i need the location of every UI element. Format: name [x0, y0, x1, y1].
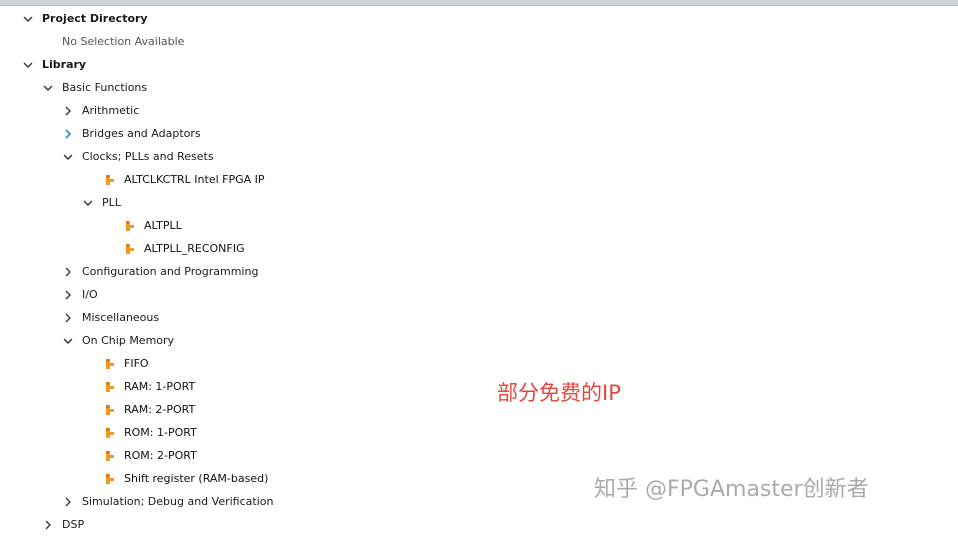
- tree-node-ram-2-port[interactable]: RAM: 2-PORT: [104, 398, 195, 421]
- tree-label: ALTPLL_RECONFIG: [144, 242, 245, 255]
- tree-label: ALTPLL: [144, 219, 182, 232]
- tree-node-rom-2-port[interactable]: ROM: 2-PORT: [104, 444, 197, 467]
- tree-node-library[interactable]: Library: [22, 53, 86, 76]
- chevron-right-icon[interactable]: [62, 105, 74, 117]
- tree-label: FIFO: [124, 357, 149, 370]
- tree-label: Arithmetic: [82, 104, 140, 117]
- tree-node-pll[interactable]: PLL: [82, 191, 121, 214]
- tree-node-no-selection: No Selection Available: [62, 30, 184, 53]
- chevron-down-icon[interactable]: [22, 13, 34, 25]
- tree-node-altpll-reconfig[interactable]: ALTPLL_RECONFIG: [124, 237, 245, 260]
- tree-label: Clocks; PLLs and Resets: [82, 150, 214, 163]
- tree-node-clocks[interactable]: Clocks; PLLs and Resets: [62, 145, 214, 168]
- tree-node-bridges[interactable]: Bridges and Adaptors: [62, 122, 201, 145]
- window-top-border: [0, 0, 958, 6]
- chevron-down-icon[interactable]: [42, 82, 54, 94]
- tree-label: Simulation; Debug and Verification: [82, 495, 274, 508]
- tree-node-io[interactable]: I/O: [62, 283, 98, 306]
- tree-label: Shift register (RAM-based): [124, 472, 269, 485]
- tree-label: ROM: 1-PORT: [124, 426, 197, 439]
- tree-node-shift-register[interactable]: Shift register (RAM-based): [104, 467, 268, 490]
- tree-node-project-directory[interactable]: Project Directory: [22, 7, 148, 30]
- tree-label: Project Directory: [42, 12, 148, 25]
- tree-node-ram-1-port[interactable]: RAM: 1-PORT: [104, 375, 195, 398]
- tree-label: RAM: 2-PORT: [124, 403, 196, 416]
- tree-label: RAM: 1-PORT: [124, 380, 196, 393]
- tree-node-altpll[interactable]: ALTPLL: [124, 214, 182, 237]
- tree-node-miscellaneous[interactable]: Miscellaneous: [62, 306, 159, 329]
- ip-core-icon: [106, 381, 114, 392]
- chevron-right-icon[interactable]: [62, 289, 74, 301]
- chevron-right-icon[interactable]: [62, 128, 74, 140]
- tree-node-fifo[interactable]: FIFO: [104, 352, 149, 375]
- tree-node-simulation[interactable]: Simulation; Debug and Verification: [62, 490, 273, 513]
- tree-node-arithmetic[interactable]: Arithmetic: [62, 99, 139, 122]
- tree-node-dsp[interactable]: DSP: [42, 513, 84, 536]
- chevron-right-icon[interactable]: [62, 496, 74, 508]
- tree-node-altclkctrl[interactable]: ALTCLKCTRL Intel FPGA IP: [104, 168, 265, 191]
- ip-core-icon: [106, 358, 114, 369]
- chevron-down-icon[interactable]: [62, 335, 74, 347]
- ip-core-icon: [106, 174, 114, 185]
- tree-node-basic-functions[interactable]: Basic Functions: [42, 76, 147, 99]
- tree-label: Miscellaneous: [82, 311, 160, 324]
- tree-label: DSP: [62, 518, 85, 531]
- annotation-text: 部分免费的IP: [497, 381, 621, 405]
- tree-label: No Selection Available: [62, 35, 185, 48]
- ip-core-icon: [106, 404, 114, 415]
- chevron-right-icon[interactable]: [62, 266, 74, 278]
- chevron-down-icon[interactable]: [22, 59, 34, 71]
- chevron-down-icon[interactable]: [62, 151, 74, 163]
- chevron-right-icon[interactable]: [62, 312, 74, 324]
- tree-label: I/O: [82, 288, 98, 301]
- tree-node-configuration[interactable]: Configuration and Programming: [62, 260, 258, 283]
- chevron-down-icon[interactable]: [82, 197, 94, 209]
- ip-core-icon: [106, 450, 114, 461]
- ip-core-icon: [126, 220, 134, 231]
- tree-label: Basic Functions: [62, 81, 148, 94]
- tree-label: Bridges and Adaptors: [82, 127, 201, 140]
- tree-node-rom-1-port[interactable]: ROM: 1-PORT: [104, 421, 197, 444]
- ip-core-icon: [106, 427, 114, 438]
- ip-core-icon: [126, 243, 134, 254]
- tree-label: Configuration and Programming: [82, 265, 259, 278]
- ip-core-icon: [106, 473, 114, 484]
- tree-label: ALTCLKCTRL Intel FPGA IP: [124, 173, 265, 186]
- tree-label: On Chip Memory: [82, 334, 175, 347]
- watermark-text: 知乎 @FPGAmaster创新者: [594, 477, 869, 502]
- tree-label: PLL: [102, 196, 121, 209]
- tree-label: ROM: 2-PORT: [124, 449, 197, 462]
- tree-label: Library: [42, 58, 87, 71]
- tree-node-on-chip-memory[interactable]: On Chip Memory: [62, 329, 174, 352]
